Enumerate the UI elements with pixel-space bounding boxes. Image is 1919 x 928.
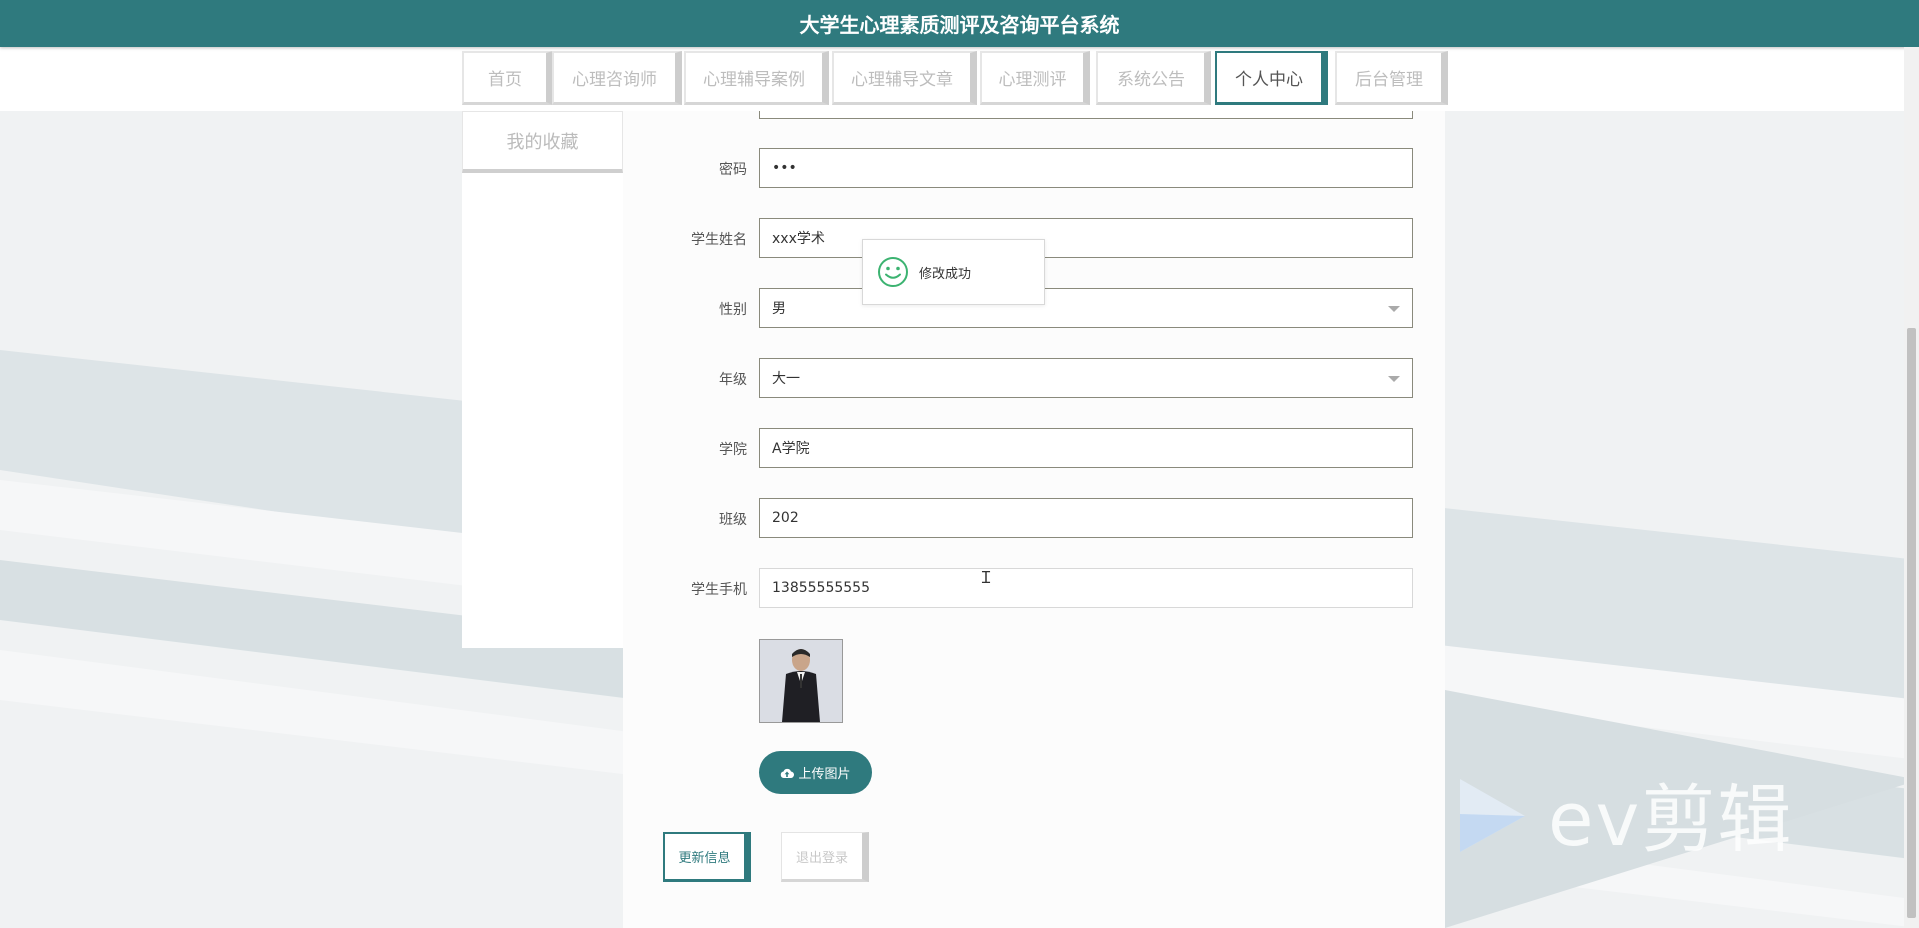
- nav-articles[interactable]: 心理辅导文章: [832, 51, 977, 105]
- upload-image-label: 上传图片: [798, 767, 851, 782]
- field-label: 密码: [719, 162, 747, 178]
- field-label: 性别: [719, 302, 747, 318]
- play-logo-icon: [1460, 778, 1525, 852]
- nav-label: 心理咨询师: [572, 70, 657, 90]
- college-input[interactable]: A学院: [759, 428, 1413, 468]
- nav-label: 系统公告: [1117, 70, 1185, 90]
- class-input[interactable]: 202: [759, 498, 1413, 538]
- nav-label: 心理测评: [998, 70, 1067, 90]
- grade-select[interactable]: 大一: [759, 358, 1413, 398]
- nav-label: 后台管理: [1355, 70, 1423, 90]
- avatar-photo: [759, 639, 843, 723]
- sidebar-item-favorites[interactable]: 我的收藏: [462, 111, 623, 173]
- nav-label: 心理辅导案例: [703, 70, 805, 90]
- field-label: 学生手机: [691, 582, 747, 598]
- grade-value: 大一: [772, 371, 800, 387]
- nav-admin[interactable]: 后台管理: [1335, 51, 1448, 105]
- nav-cases[interactable]: 心理辅导案例: [684, 51, 829, 105]
- gender-select[interactable]: 男: [759, 288, 1413, 328]
- nav-home[interactable]: 首页: [462, 51, 553, 105]
- chevron-down-icon: [1388, 376, 1400, 382]
- person-photo-icon: [760, 640, 842, 722]
- chevron-down-icon: [1388, 306, 1400, 312]
- phone-value: 13855555555: [772, 580, 870, 596]
- video-watermark: ev剪辑: [1450, 760, 1793, 867]
- logout-label: 退出登录: [795, 850, 848, 866]
- side-panel: [462, 111, 623, 648]
- nav-label: 心理辅导文章: [851, 70, 953, 90]
- field-label: 年级: [719, 372, 747, 388]
- field-label: 班级: [719, 512, 747, 528]
- watermark-text: ev剪辑: [1548, 777, 1794, 863]
- main-nav: 首页 心理咨询师 心理辅导案例 心理辅导文章 心理测评 系统公告 个人中心 后台…: [0, 47, 1904, 111]
- class-value: 202: [772, 510, 799, 526]
- password-value: •••: [772, 160, 797, 176]
- phone-input[interactable]: 13855555555: [759, 568, 1413, 608]
- cloud-upload-icon: [781, 768, 795, 778]
- app-title: 大学生心理素质测评及咨询平台系统: [799, 13, 1120, 37]
- app-header: 大学生心理素质测评及咨询平台系统: [0, 0, 1919, 47]
- nav-label: 个人中心: [1235, 70, 1303, 90]
- field-label: 学生姓名: [691, 232, 747, 248]
- scrollbar-thumb[interactable]: [1907, 328, 1916, 918]
- upload-image-button[interactable]: 上传图片: [759, 751, 872, 794]
- smile-icon: [878, 257, 908, 287]
- gender-value: 男: [772, 301, 786, 317]
- text-cursor-icon: Ｉ: [978, 568, 995, 587]
- password-input[interactable]: •••: [759, 148, 1413, 188]
- sidebar-item-label: 我的收藏: [506, 131, 579, 153]
- student-name-input[interactable]: xxx学术: [759, 218, 1413, 258]
- field-label: 学院: [719, 442, 747, 458]
- nav-assessment[interactable]: 心理测评: [980, 51, 1090, 105]
- update-info-button[interactable]: 更新信息: [663, 832, 751, 882]
- update-info-label: 更新信息: [678, 851, 731, 866]
- nav-announcements[interactable]: 系统公告: [1096, 51, 1211, 105]
- logout-button[interactable]: 退出登录: [781, 832, 869, 882]
- nav-counselors[interactable]: 心理咨询师: [552, 51, 682, 105]
- nav-personal-center[interactable]: 个人中心: [1215, 51, 1328, 105]
- nav-label: 首页: [488, 70, 522, 90]
- college-value: A学院: [772, 441, 810, 457]
- toast-message: 修改成功: [919, 266, 972, 282]
- success-toast: 修改成功: [862, 239, 1045, 305]
- student-name-value: xxx学术: [772, 231, 825, 247]
